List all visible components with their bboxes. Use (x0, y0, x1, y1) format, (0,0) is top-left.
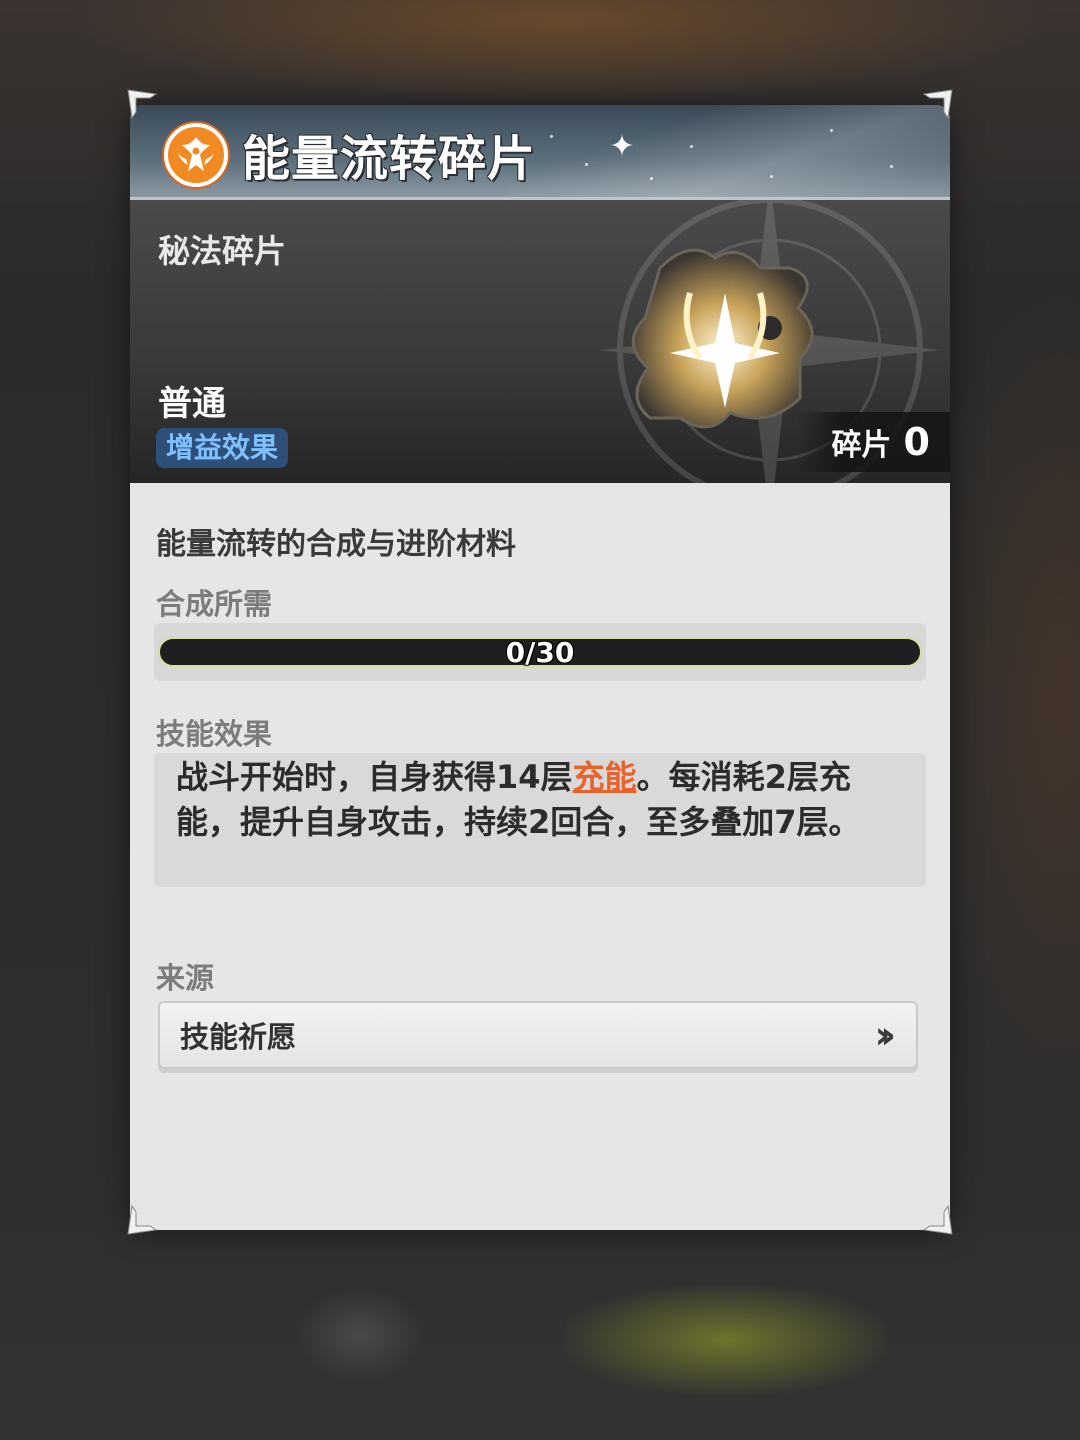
corner-ornament-icon (127, 89, 158, 120)
corner-ornament-icon (127, 1204, 158, 1235)
fragment-count-label: 碎片 (831, 428, 892, 463)
sparkle-icon: ✦ (609, 129, 635, 164)
fragment-count-value: 0 (903, 420, 930, 464)
synthesis-progress: 0/30 (154, 623, 926, 681)
corner-ornament-icon (922, 89, 953, 120)
item-title: 能量流转碎片 (242, 131, 537, 187)
item-detail-card: ✦ 能量流转碎片 秘法碎片 普通 增益效果 碎片 0 能量流转的合成与进阶材料 … (130, 105, 950, 1230)
item-hero-panel: 秘法碎片 普通 增益效果 碎片 0 (130, 197, 950, 483)
charge-keyword-link[interactable]: 充能 (573, 758, 637, 796)
arcane-puzzle-piece-icon (631, 248, 814, 429)
source-button-label: 技能祈愿 (180, 1020, 297, 1054)
background-button-blur (300, 1290, 420, 1380)
corner-ornament-icon (922, 1204, 953, 1235)
skill-effect-box: 战斗开始时，自身获得14层充能。每消耗2层充能，提升自身攻击，持续2回合，至多叠… (154, 753, 926, 887)
synthesis-label: 合成所需 (156, 587, 273, 621)
effect-tag-badge: 增益效果 (156, 428, 289, 468)
item-rarity: 普通 (158, 384, 226, 424)
item-description: 能量流转的合成与进阶材料 (156, 527, 516, 562)
fragment-count: 碎片 0 (796, 412, 950, 472)
title-bar: ✦ 能量流转碎片 (130, 105, 950, 197)
progress-text: 0/30 (505, 635, 575, 669)
item-details: 能量流转的合成与进阶材料 合成所需 0/30 技能效果 战斗开始时，自身获得14… (130, 483, 950, 1230)
orange-spirit-emblem-icon (164, 123, 228, 187)
skill-effect-text: 战斗开始时，自身获得14层充能。每消耗2层充能，提升自身攻击，持续2回合，至多叠… (176, 758, 861, 841)
skill-effect-label: 技能效果 (156, 717, 273, 751)
source-skill-wish-button[interactable]: 技能祈愿 ›› (158, 1001, 918, 1069)
background-confirm-blur (565, 1285, 885, 1395)
progress-bar: 0/30 (158, 635, 922, 669)
item-type: 秘法碎片 (158, 232, 287, 270)
source-label: 来源 (156, 961, 215, 995)
double-chevron-right-icon: ›› (874, 1013, 896, 1057)
